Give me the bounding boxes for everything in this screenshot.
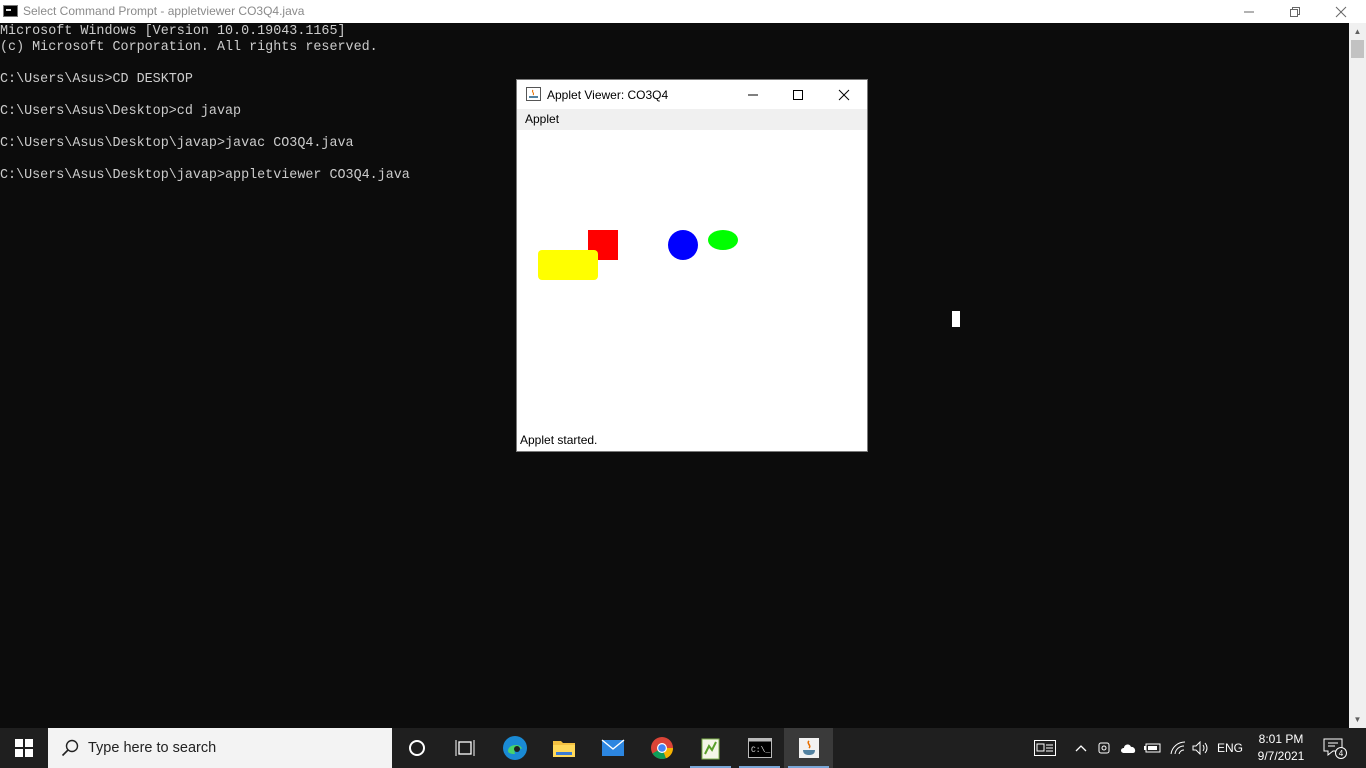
java-window-icon — [526, 87, 541, 101]
console-scrollbar[interactable]: ▲ ▼ — [1349, 23, 1366, 728]
console-line: (c) Microsoft Corporation. All rights re… — [0, 40, 378, 55]
applet-titlebar[interactable]: Applet Viewer: CO3Q4 — [517, 80, 867, 109]
applet-minimize-button[interactable] — [730, 80, 775, 109]
console-line: C:\Users\Asus\Desktop\javap>appletviewer… — [0, 168, 410, 183]
minimize-button[interactable] — [1226, 0, 1272, 23]
cortana-icon — [408, 740, 425, 756]
folder-icon — [552, 741, 575, 757]
applet-status: Applet started. — [520, 433, 598, 447]
cmd-window-title: Select Command Prompt - appletviewer CO3… — [23, 4, 305, 18]
restore-button[interactable] — [1272, 0, 1318, 23]
maximize-icon — [792, 89, 803, 100]
camera-icon — [1098, 742, 1110, 754]
console-line: C:\Users\Asus>CD DESKTOP — [0, 72, 193, 87]
speaker-icon — [1192, 741, 1208, 755]
minimize-icon — [747, 94, 758, 95]
close-icon — [838, 89, 849, 100]
clock-date: 9/7/2021 — [1257, 749, 1305, 763]
wifi-icon — [1170, 741, 1186, 755]
edge-button[interactable] — [490, 728, 539, 768]
mail-icon — [601, 739, 624, 756]
text-cursor — [952, 311, 960, 327]
applet-canvas — [517, 130, 867, 429]
chevron-up-icon — [1075, 745, 1087, 752]
notification-count-badge: 4 — [1339, 749, 1344, 758]
cloud-icon — [1121, 744, 1136, 753]
chrome-button[interactable] — [637, 728, 686, 768]
file-explorer-button[interactable] — [539, 728, 588, 768]
applet-menubar: Applet — [517, 109, 867, 130]
console-line: Microsoft Windows [Version 10.0.19043.11… — [0, 24, 346, 39]
cortana-button[interactable] — [392, 728, 441, 768]
volume-tray-button[interactable] — [1190, 728, 1212, 768]
language-indicator[interactable]: ENG — [1214, 728, 1246, 768]
applet-close-button[interactable] — [821, 80, 866, 109]
clock-time: 8:01 PM — [1258, 732, 1304, 746]
applet-maximize-button[interactable] — [775, 80, 820, 109]
notification-icon: 4 — [1323, 738, 1347, 759]
scroll-thumb[interactable] — [1351, 40, 1364, 58]
news-icon — [1034, 740, 1056, 756]
command-prompt-button[interactable]: C:\_ — [735, 728, 784, 768]
green-ellipse — [708, 230, 738, 250]
notepad-plus-icon — [701, 738, 719, 760]
applet-viewer-window[interactable]: Applet Viewer: CO3Q4 Applet Applet start… — [517, 80, 867, 451]
taskbar-search-box[interactable]: Type here to search — [48, 728, 392, 768]
applet-window-title: Applet Viewer: CO3Q4 — [547, 88, 669, 102]
command-prompt-icon: C:\_ — [747, 738, 772, 758]
webcam-tray-button[interactable] — [1096, 728, 1114, 768]
java-icon — [798, 738, 819, 758]
console-lines: Microsoft Windows [Version 10.0.19043.11… — [0, 24, 410, 184]
close-button[interactable] — [1318, 0, 1364, 23]
notepad-plus-button[interactable] — [686, 728, 735, 768]
news-widget-button[interactable] — [1030, 728, 1060, 768]
console-line: C:\Users\Asus\Desktop>cd javap — [0, 104, 242, 119]
start-button[interactable] — [0, 728, 48, 768]
restore-icon — [1290, 6, 1300, 17]
battery-tray-button[interactable] — [1143, 728, 1163, 768]
edge-icon — [502, 736, 527, 760]
chrome-icon — [650, 737, 673, 760]
blue-circle — [668, 230, 698, 260]
wifi-tray-button[interactable] — [1167, 728, 1189, 768]
search-icon — [61, 739, 79, 757]
windows-logo-icon — [15, 739, 33, 757]
applet-menu[interactable]: Applet — [525, 112, 559, 126]
task-view-icon — [455, 740, 474, 756]
console-line: C:\Users\Asus\Desktop\javap>javac CO3Q4.… — [0, 136, 354, 151]
taskbar: Type here to search C:\_ ENG 8:01 PM 9/7… — [0, 728, 1366, 768]
action-center-button[interactable]: 4 — [1320, 728, 1350, 768]
search-placeholder: Type here to search — [88, 740, 217, 756]
scroll-up-arrow-icon[interactable]: ▲ — [1349, 23, 1366, 40]
yellow-rounded-rectangle — [538, 250, 598, 280]
minimize-icon — [1244, 11, 1254, 12]
onedrive-tray-button[interactable] — [1118, 728, 1140, 768]
close-icon — [1335, 6, 1347, 17]
battery-icon — [1144, 743, 1161, 753]
taskbar-clock[interactable]: 8:01 PM 9/7/2021 — [1250, 731, 1312, 765]
svg-text:C:\_: C:\_ — [751, 746, 770, 755]
show-hidden-icons-button[interactable] — [1071, 728, 1091, 768]
task-view-button[interactable] — [440, 728, 489, 768]
scroll-down-arrow-icon[interactable]: ▼ — [1349, 711, 1366, 728]
java-applet-button[interactable] — [784, 728, 833, 768]
mail-button[interactable] — [588, 728, 637, 768]
cmd-titlebar[interactable]: Select Command Prompt - appletviewer CO3… — [0, 0, 1366, 23]
cmd-app-icon — [3, 5, 18, 17]
